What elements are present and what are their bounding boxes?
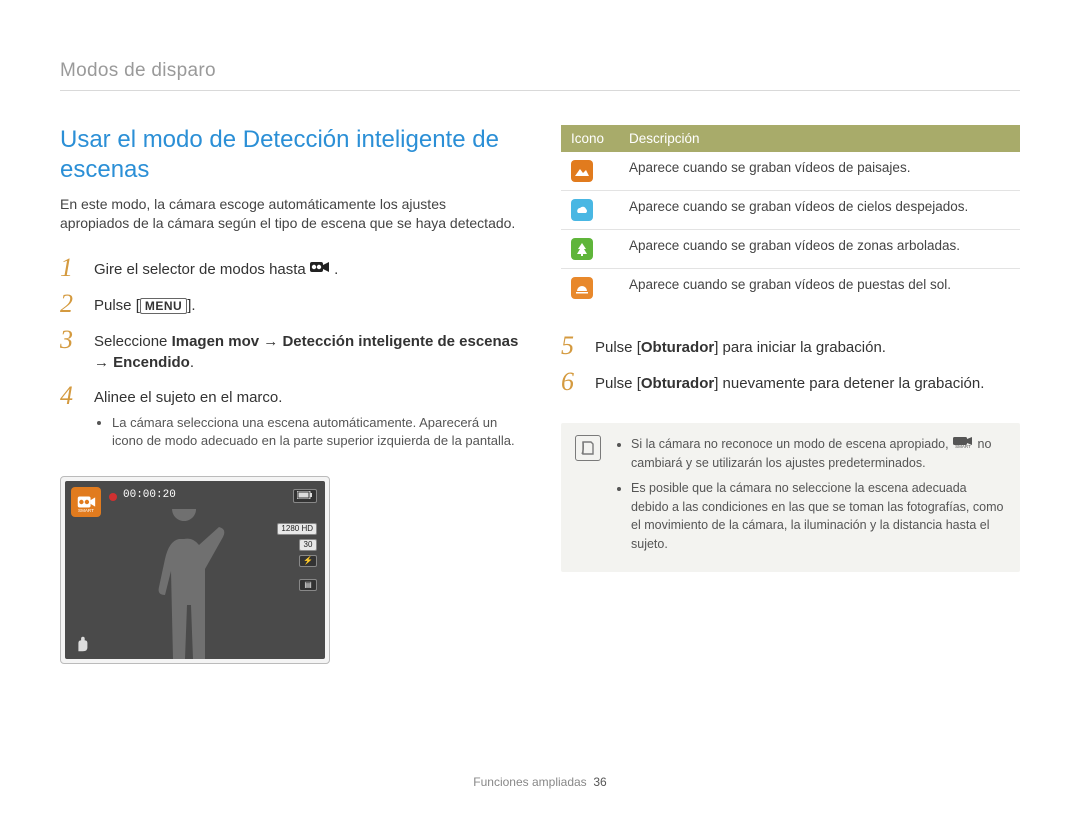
substeps: La cámara selecciona una escena automáti… [112,414,519,450]
table-row: Aparece cuando se graban vídeos de paisa… [561,152,1020,191]
step-text: Seleccione [94,333,172,350]
left-column: Usar el modo de Detección inteligente de… [60,125,519,664]
page-title: Usar el modo de Detección inteligente de… [60,125,519,185]
divider [60,90,1020,91]
svg-text:SMART: SMART [955,444,971,448]
lcd-right-indicators: 1280 HD 30 ⚡ ▤ [277,523,317,591]
battery-icon [293,489,317,503]
step-text: Gire el selector de modos hasta [94,261,310,278]
smart-scene-badge: SMART [71,487,101,517]
table-row: Aparece cuando se graban vídeos de puest… [561,269,1020,308]
note-text: Si la cámara no reconoce un modo de esce… [631,437,952,451]
step-bold: Detección inteligente de escenas [282,333,518,350]
table-cell: Aparece cuando se graban vídeos de puest… [619,269,1020,308]
step-text: ] nuevamente para detener la grabación. [714,375,984,392]
note-item: Es posible que la cámara no seleccione l… [631,479,1006,554]
fps-indicator: 30 [299,539,317,551]
step-body: Pulse [MENU]. [94,291,196,316]
step-bold: Obturador [641,375,714,392]
page-number: 36 [593,775,606,789]
table-row: Aparece cuando se graban vídeos de cielo… [561,191,1020,230]
subject-silhouette [129,509,249,659]
step-number: 6 [561,369,589,395]
step-bold: Obturador [641,339,714,356]
note-box: Si la cámara no reconoce un modo de esce… [561,423,1020,572]
step-6: 6 Pulse [Obturador] nuevamente para dete… [561,369,1020,395]
step-body: Seleccione Imagen mov → Detección inteli… [94,327,519,373]
step-3: 3 Seleccione Imagen mov → Detección inte… [60,327,519,373]
smart-mode-icon: SMART [952,435,974,454]
arrow: → [94,354,113,371]
table-header-icon: Icono [561,125,619,152]
steps-right: 5 Pulse [Obturador] para iniciar la grab… [561,333,1020,395]
step-number: 4 [60,383,88,409]
arrow: → [259,333,282,350]
step-body: Pulse [Obturador] para iniciar la grabac… [595,333,886,358]
step-number: 2 [60,291,88,317]
step-body: Gire el selector de modos hasta . [94,255,338,281]
landscape-icon [571,160,593,182]
resolution-indicator: 1280 HD [277,523,317,535]
step-bold: Imagen mov [172,333,260,350]
step-text: ] para iniciar la grabación. [714,339,886,356]
steps-left: 1 Gire el selector de modos hasta . 2 Pu… [60,255,519,452]
table-cell: Aparece cuando se graban vídeos de zonas… [619,230,1020,269]
flash-indicator: ⚡ [299,555,317,567]
step-text: . [334,261,338,278]
note-icon [575,435,601,461]
step-text: . [190,354,194,371]
page: Modos de disparo Usar el modo de Detecci… [0,0,1080,815]
lcd-screen: SMART 00:00:20 1280 HD 30 ⚡ ▤ [65,481,325,659]
table-row: Aparece cuando se graban vídeos de zonas… [561,230,1020,269]
record-dot-icon [109,493,117,501]
note-list: Si la cámara no reconoce un modo de esce… [631,435,1006,560]
step-1: 1 Gire el selector de modos hasta . [60,255,519,281]
step-2: 2 Pulse [MENU]. [60,291,519,317]
sky-icon [571,199,593,221]
table-header-desc: Descripción [619,125,1020,152]
content-columns: Usar el modo de Detección inteligente de… [60,125,1020,664]
sunset-icon [571,277,593,299]
menu-button-label: MENU [140,298,187,314]
note-item: Si la cámara no reconoce un modo de esce… [631,435,1006,473]
step-text: Pulse [ [595,339,641,356]
step-number: 5 [561,333,589,359]
table-cell: Aparece cuando se graban vídeos de paisa… [619,152,1020,191]
video-mode-icon [310,259,330,280]
right-column: Icono Descripción Aparece cuando se grab… [561,125,1020,664]
rec-timer: 00:00:20 [123,489,176,501]
card-indicator: ▤ [299,579,317,591]
section-header: Modos de disparo [60,60,1020,82]
anti-shake-icon [73,635,91,653]
scene-icon-table: Icono Descripción Aparece cuando se grab… [561,125,1020,307]
lcd-preview-frame: SMART 00:00:20 1280 HD 30 ⚡ ▤ [60,476,330,664]
step-body: Pulse [Obturador] nuevamente para detene… [595,369,984,394]
page-footer: Funciones ampliadas 36 [0,775,1080,789]
step-number: 1 [60,255,88,281]
step-number: 3 [60,327,88,353]
forest-icon [571,238,593,260]
step-text: Pulse [ [595,375,641,392]
step-text: ]. [187,297,195,314]
intro-paragraph: En este modo, la cámara escoge automátic… [60,195,519,233]
step-4: 4 Alinee el sujeto en el marco. La cámar… [60,383,519,452]
svg-text:SMART: SMART [78,508,94,513]
substep: La cámara selecciona una escena automáti… [112,414,519,450]
step-5: 5 Pulse [Obturador] para iniciar la grab… [561,333,1020,359]
step-body: Alinee el sujeto en el marco. La cámara … [94,383,519,452]
table-cell: Aparece cuando se graban vídeos de cielo… [619,191,1020,230]
step-bold: Encendido [113,354,190,371]
step-text: Pulse [ [94,297,140,314]
step-text: Alinee el sujeto en el marco. [94,389,282,406]
lcd-top-right [293,489,317,503]
footer-label: Funciones ampliadas [473,775,586,789]
